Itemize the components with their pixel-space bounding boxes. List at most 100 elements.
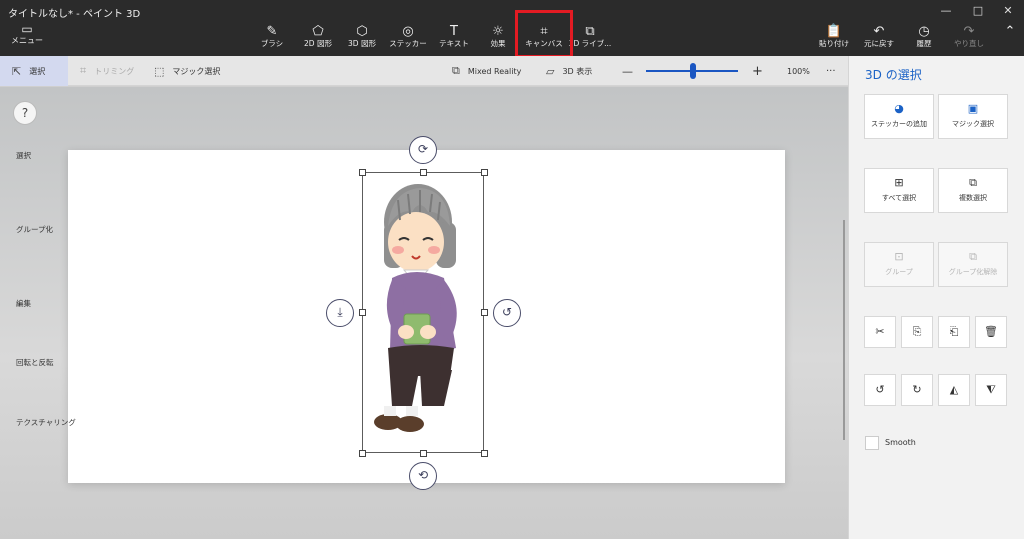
resize-handle-sw[interactable] bbox=[359, 450, 366, 457]
select-all-button[interactable]: ⊞ すべて選択 bbox=[864, 168, 934, 213]
brush-label: ブラシ bbox=[260, 39, 284, 48]
brush-icon: ✎ bbox=[266, 24, 278, 39]
tilt-back-icon[interactable]: ⤓ bbox=[326, 299, 354, 327]
folder-icon: ▭ bbox=[21, 22, 33, 36]
sub-toolbar: ⇱ 選択 ⌗ トリミング ⬚ マジック選択 ⧉ Mixed Reality ▱ … bbox=[0, 56, 848, 86]
history-label: 履歴 bbox=[916, 39, 932, 48]
shapes-3d-label: 3D 図形 bbox=[348, 39, 376, 48]
select-label: 選択 bbox=[29, 66, 46, 76]
undo-icon: ↶ bbox=[873, 24, 885, 39]
group-button[interactable]: ⊡ グループ bbox=[864, 242, 934, 287]
shapes-2d-tool[interactable]: ⬠ 2D 図形 bbox=[294, 24, 342, 49]
shapes-2d-icon: ⬠ bbox=[312, 24, 324, 39]
library-3d-tool[interactable]: ⧉ 3D ライブ... bbox=[566, 24, 614, 49]
window-title: タイトルなし* - ペイント 3D bbox=[8, 9, 141, 20]
smooth-checkbox[interactable] bbox=[865, 436, 879, 450]
panel-magic-select-button[interactable]: ▣ マジック選択 bbox=[938, 94, 1008, 139]
add-sticker-label: ステッカーの追加 bbox=[871, 120, 927, 128]
resize-handle-ne[interactable] bbox=[481, 169, 488, 176]
history-icon: ◷ bbox=[918, 24, 930, 39]
resize-handle-e[interactable] bbox=[481, 309, 488, 316]
view-3d-icon: ▱ bbox=[546, 64, 555, 78]
trash-icon[interactable]: 🗑 bbox=[975, 316, 1007, 348]
selection-box[interactable] bbox=[362, 172, 484, 453]
paste-icon: 📋 bbox=[825, 24, 843, 39]
view-3d-label: 3D 表示 bbox=[562, 66, 593, 76]
rotate-z-icon[interactable]: ⟳ bbox=[409, 136, 437, 164]
undo-label: 元に戻す bbox=[864, 39, 894, 48]
text-tool[interactable]: T テキスト bbox=[430, 24, 478, 49]
collapse-toolbar-button[interactable]: ⌃ bbox=[986, 24, 1024, 39]
panel-title: 3D の選択 bbox=[865, 68, 922, 82]
rotate-y-icon[interactable]: ↺ bbox=[493, 299, 521, 327]
mixed-reality-icon: ⧉ bbox=[452, 64, 460, 77]
text-label: テキスト bbox=[439, 39, 469, 48]
rotate-right-icon[interactable]: ↻ bbox=[901, 374, 933, 406]
shapes-2d-label: 2D 図形 bbox=[304, 39, 332, 48]
resize-handle-s[interactable] bbox=[420, 450, 427, 457]
menu-label: メニュー bbox=[11, 36, 43, 45]
help-button[interactable]: ? bbox=[13, 101, 37, 125]
magic-select-icon: ⬚ bbox=[154, 64, 165, 78]
minimize-button[interactable]: — bbox=[932, 2, 960, 20]
close-button[interactable]: ✕ bbox=[994, 2, 1022, 20]
chevron-up-icon: ⌃ bbox=[1004, 24, 1016, 39]
ungroup-button[interactable]: ⧉ グループ化解除 bbox=[938, 242, 1008, 287]
mixed-reality-button[interactable]: ⧉ Mixed Reality bbox=[452, 56, 521, 86]
crop-tool[interactable]: ⌗ トリミング bbox=[80, 56, 134, 86]
select-all-label: すべて選択 bbox=[881, 194, 917, 202]
rotate-x-icon[interactable]: ⟲ bbox=[409, 462, 437, 490]
texturing-section-label: テクスチャリング bbox=[16, 418, 76, 427]
menu-button[interactable]: ▭ メニュー bbox=[10, 22, 44, 46]
brush-tool[interactable]: ✎ ブラシ bbox=[248, 24, 296, 49]
sticker-icon: ◕ bbox=[894, 102, 904, 115]
zoom-out-button[interactable]: — bbox=[622, 56, 633, 86]
zoom-level[interactable]: 100% bbox=[787, 56, 810, 86]
cursor-icon: ⇱ bbox=[12, 64, 22, 78]
zoom-slider-thumb[interactable] bbox=[690, 63, 696, 79]
resize-handle-n[interactable] bbox=[420, 169, 427, 176]
multi-select-label: 複数選択 bbox=[959, 194, 987, 202]
stickers-label: ステッカー bbox=[389, 39, 427, 48]
text-icon: T bbox=[450, 24, 458, 39]
group-label: グループ bbox=[885, 268, 913, 276]
group-section-label: グループ化 bbox=[16, 225, 54, 234]
resize-handle-w[interactable] bbox=[359, 309, 366, 316]
select-section-label: 選択 bbox=[16, 151, 31, 160]
undo-button[interactable]: ↶ 元に戻す bbox=[855, 24, 903, 49]
select-tool[interactable]: ⇱ 選択 bbox=[0, 56, 68, 86]
paste-icon[interactable]: ⎗ bbox=[938, 316, 970, 348]
smooth-label: Smooth bbox=[885, 438, 916, 447]
group-icon: ⊡ bbox=[894, 250, 904, 263]
title-bar: タイトルなし* - ペイント 3D — □ ✕ ▭ メニュー ✎ ブラシ ⬠ 2… bbox=[0, 0, 1024, 58]
vertical-scrollbar[interactable] bbox=[843, 220, 845, 440]
shapes-3d-tool[interactable]: ⬡ 3D 図形 bbox=[338, 24, 386, 49]
stickers-tool[interactable]: ◎ ステッカー bbox=[384, 24, 432, 49]
add-sticker-button[interactable]: ◕ ステッカーの追加 bbox=[864, 94, 934, 139]
multi-select-button[interactable]: ⧉ 複数選択 bbox=[938, 168, 1008, 213]
zoom-in-button[interactable]: + bbox=[752, 56, 763, 86]
history-button[interactable]: ◷ 履歴 bbox=[900, 24, 948, 49]
resize-handle-nw[interactable] bbox=[359, 169, 366, 176]
flip-horizontal-icon[interactable]: ◭ bbox=[938, 374, 970, 406]
resize-handle-se[interactable] bbox=[481, 450, 488, 457]
maximize-button[interactable]: □ bbox=[964, 2, 992, 20]
rotate-left-icon[interactable]: ↺ bbox=[864, 374, 896, 406]
canvas-highlight-box bbox=[515, 10, 573, 58]
flip-vertical-icon[interactable]: ⧨ bbox=[975, 374, 1007, 406]
crop-icon: ⌗ bbox=[80, 64, 87, 77]
more-options-button[interactable]: ··· bbox=[826, 56, 836, 86]
rotate-section-label: 回転と反転 bbox=[16, 358, 54, 367]
crop-label: トリミング bbox=[94, 66, 135, 76]
edit-section-label: 編集 bbox=[16, 299, 31, 308]
scissors-icon[interactable]: ✂ bbox=[864, 316, 896, 348]
view-3d-button[interactable]: ▱ 3D 表示 bbox=[546, 56, 592, 86]
mixed-reality-label: Mixed Reality bbox=[467, 66, 522, 76]
library-3d-label: 3D ライブ... bbox=[568, 39, 612, 48]
ungroup-icon: ⧉ bbox=[969, 250, 977, 263]
paste-button[interactable]: 📋 貼り付け bbox=[810, 24, 858, 49]
cube-icon: ⬡ bbox=[356, 24, 368, 39]
magic-select-icon: ▣ bbox=[967, 102, 979, 115]
magic-select-tool[interactable]: ⬚ マジック選択 bbox=[154, 56, 220, 86]
copy-icon[interactable]: ⎘ bbox=[901, 316, 933, 348]
